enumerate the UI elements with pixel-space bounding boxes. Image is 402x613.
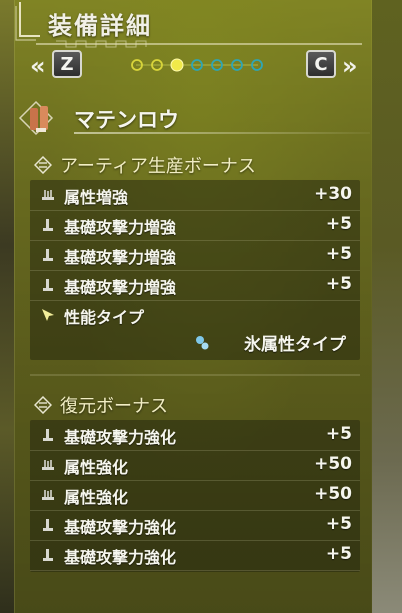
restore-bonus-list: 基礎攻撃力強化 +5 属性強化 +50 属性強化 +50 基礎攻撃力強化 +5 …	[30, 420, 360, 572]
title-divider	[36, 40, 362, 48]
bonus-label: 基礎攻撃力強化	[64, 428, 177, 447]
attack-boost-icon	[43, 279, 53, 291]
list-item: 基礎攻撃力増強 +5	[30, 240, 360, 271]
weapon-name: マテンロウ	[74, 108, 179, 132]
section-heading-label: アーティア生産ボーナス	[60, 156, 256, 177]
attack-boost-icon	[43, 519, 53, 531]
weapon-header: マテンロウ	[18, 98, 370, 138]
bonus-label: 基礎攻撃力強化	[64, 548, 177, 567]
weapon-underline	[74, 132, 370, 134]
bonus-value: +5	[325, 424, 352, 444]
attack-boost-icon	[43, 549, 53, 561]
performance-type-icon	[42, 309, 54, 321]
list-item: 基礎攻撃力強化 +5	[30, 420, 360, 451]
bonus-label: 基礎攻撃力増強	[64, 248, 177, 267]
list-item: 基礎攻撃力増強 +5	[30, 270, 360, 301]
bonus-value: +50	[314, 454, 352, 474]
next-arrow-icon[interactable]: »	[342, 52, 358, 80]
artian-bonus-heading: アーティア生産ボーナス	[32, 152, 372, 178]
prev-arrow-icon[interactable]: «	[30, 52, 46, 80]
bonus-value: +5	[325, 244, 352, 264]
element-boost-icon	[42, 190, 54, 200]
list-item: 基礎攻撃力強化 +5	[30, 510, 360, 541]
bonus-value: +5	[325, 514, 352, 534]
next-page-button[interactable]: C	[306, 50, 336, 78]
section-heading-label: 復元ボーナス	[60, 396, 168, 417]
bonus-value: +30	[314, 184, 352, 204]
bonus-value: +50	[314, 484, 352, 504]
element-boost-icon	[42, 490, 54, 500]
performance-type-value: 氷属性タイプ	[244, 335, 346, 355]
prev-page-button[interactable]: Z	[52, 50, 82, 78]
attack-boost-icon	[43, 249, 53, 261]
restore-bonus-heading: 復元ボーナス	[32, 392, 372, 418]
artian-bonus-list: 属性増強 +30 基礎攻撃力増強 +5 基礎攻撃力増強 +5 基礎攻撃力増強 +…	[30, 180, 360, 360]
list-item: 基礎攻撃力強化 +5	[30, 540, 360, 571]
attack-boost-icon	[43, 219, 53, 231]
list-item: 属性増強 +30	[30, 180, 360, 211]
performance-type-value-row: 氷属性タイプ	[30, 330, 360, 360]
section-divider	[30, 374, 360, 376]
page-indicator-dots	[131, 58, 263, 72]
bonus-section-icon	[34, 156, 52, 174]
bonus-value: +5	[325, 274, 352, 294]
page-navigator: « Z C »	[0, 48, 402, 84]
bonus-label: 基礎攻撃力増強	[64, 218, 177, 237]
background-left-edge	[0, 0, 14, 613]
list-item: 属性強化 +50	[30, 450, 360, 481]
element-boost-icon	[42, 460, 54, 470]
attack-boost-icon	[43, 429, 53, 441]
lance-weapon-icon	[18, 100, 54, 136]
ice-element-icon	[196, 336, 209, 350]
bonus-label: 属性強化	[64, 458, 129, 477]
bonus-value: +5	[325, 544, 352, 564]
page-title: 装備詳細	[48, 12, 152, 40]
performance-type-row: 性能タイプ	[30, 300, 360, 330]
page-dot-current	[170, 58, 184, 72]
bonus-label: 属性増強	[64, 188, 129, 207]
background-right-edge	[372, 0, 402, 613]
bonus-label: 基礎攻撃力増強	[64, 278, 177, 297]
bonus-section-icon	[34, 396, 52, 414]
list-item: 基礎攻撃力増強 +5	[30, 210, 360, 241]
bonus-label: 基礎攻撃力強化	[64, 518, 177, 537]
bonus-label: 属性強化	[64, 488, 129, 507]
performance-type-label: 性能タイプ	[64, 308, 145, 327]
bonus-value: +5	[325, 214, 352, 234]
list-item: 属性強化 +50	[30, 480, 360, 511]
